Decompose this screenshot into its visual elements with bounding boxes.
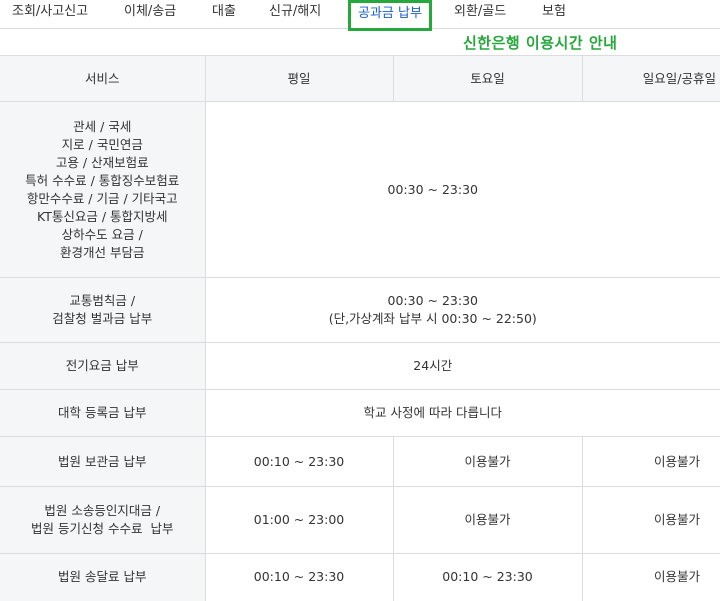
service-line: 환경개선 부담금: [60, 244, 145, 260]
table-row: 전기요금 납부 24시간: [0, 342, 720, 390]
service-hours-table: 서비스 평일 토요일 일요일/공휴일 관세 / 국세 지로 / 국민연금 고용 …: [0, 55, 720, 601]
service-cell: 교통범칙금 / 검찰청 벌과금 납부: [0, 277, 206, 343]
tab-insurance[interactable]: 보험: [542, 0, 566, 28]
table-row: 법원 소송등인지대금 / 법원 등기신청 수수료 납부 01:00 ~ 23:0…: [0, 486, 720, 554]
hours-cell: 학교 사정에 따라 다릅니다: [205, 389, 720, 437]
service-cell: 대학 등록금 납부: [0, 389, 206, 437]
service-cell: 법원 보관금 납부: [0, 436, 206, 487]
service-line: 지로 / 국민연금: [61, 136, 143, 152]
service-line: KT통신요금 / 통합지방세: [36, 208, 168, 224]
hours-cell: 24시간: [205, 342, 720, 390]
table-row: 관세 / 국세 지로 / 국민연금 고용 / 산재보험료 특허 수수료 / 통합…: [0, 101, 720, 278]
service-line: 관세 / 국세: [73, 118, 132, 134]
sunday-cell: 이용불가: [582, 486, 720, 554]
service-cell: 관세 / 국세 지로 / 국민연금 고용 / 산재보험료 특허 수수료 / 통합…: [0, 101, 206, 278]
service-line: 검찰청 벌과금 납부: [52, 311, 153, 326]
table-header-row: 서비스 평일 토요일 일요일/공휴일: [0, 55, 720, 102]
hours-cell: 00:30 ~ 23:30 (단,가상계좌 납부 시 00:30 ~ 22:50…: [205, 277, 720, 343]
tab-inquiry[interactable]: 조회/사고신고: [12, 0, 88, 28]
saturday-cell: 이용불가: [393, 486, 583, 554]
service-line: 법원 등기신청 수수료 납부: [31, 521, 174, 536]
table-row: 법원 송달료 납부 00:10 ~ 23:30 00:10 ~ 23:30 이용…: [0, 553, 720, 601]
saturday-cell: 이용불가: [393, 436, 583, 487]
tab-loan[interactable]: 대출: [212, 0, 236, 28]
header-sunday-holiday: 일요일/공휴일: [582, 55, 720, 102]
header-service: 서비스: [0, 55, 206, 102]
header-saturday: 토요일: [393, 55, 583, 102]
service-cell: 법원 송달료 납부: [0, 553, 206, 601]
sunday-cell: 이용불가: [582, 436, 720, 487]
service-hours-notice: 신한은행 이용시간 안내: [463, 34, 618, 52]
table-row: 법원 보관금 납부 00:10 ~ 23:30 이용불가 이용불가: [0, 436, 720, 487]
table-row: 교통범칙금 / 검찰청 벌과금 납부 00:30 ~ 23:30 (단,가상계좌…: [0, 277, 720, 343]
hours-cell: 00:30 ~ 23:30: [205, 101, 720, 278]
service-cell: 법원 소송등인지대금 / 법원 등기신청 수수료 납부: [0, 486, 206, 554]
tab-transfer[interactable]: 이체/송금: [124, 0, 176, 28]
weekday-cell: 00:10 ~ 23:30: [205, 553, 394, 601]
tab-forex-gold[interactable]: 외환/골드: [454, 0, 506, 28]
header-weekday: 평일: [205, 55, 394, 102]
weekday-cell: 00:10 ~ 23:30: [205, 436, 394, 487]
sunday-cell: 이용불가: [582, 553, 720, 601]
table-row: 대학 등록금 납부 학교 사정에 따라 다릅니다: [0, 389, 720, 437]
hours-line: 00:30 ~ 23:30: [387, 293, 478, 308]
tab-open-close[interactable]: 신규/해지: [269, 0, 321, 28]
service-line: 고용 / 산재보험료: [55, 154, 149, 170]
hours-line: (단,가상계좌 납부 시 00:30 ~ 22:50): [328, 311, 537, 326]
service-line: 특허 수수료 / 통합징수보험료: [25, 172, 180, 188]
service-line: 교통범칙금 /: [69, 293, 136, 308]
service-line: 상하수도 요금 /: [61, 226, 143, 242]
service-line: 법원 소송등인지대금 /: [44, 503, 161, 518]
saturday-cell: 00:10 ~ 23:30: [393, 553, 583, 601]
service-cell: 전기요금 납부: [0, 342, 206, 390]
weekday-cell: 01:00 ~ 23:00: [205, 486, 394, 554]
tab-utility-payment[interactable]: 공과금 납부: [348, 0, 432, 31]
tab-bar: 조회/사고신고 이체/송금 대출 신규/해지 공과금 납부 외환/골드 보험: [0, 0, 720, 31]
service-line: 항만수수료 / 기금 / 기타국고: [26, 190, 178, 206]
